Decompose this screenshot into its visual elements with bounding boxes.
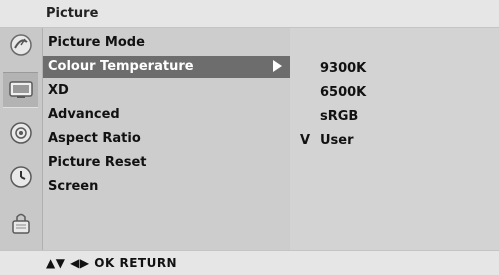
menu-item-label: Picture Reset [48, 155, 147, 170]
category-icon-column [0, 28, 43, 250]
navigation-hint: ▲▼ ◀▶ OK RETURN [46, 256, 178, 270]
option-label: 9300K [320, 61, 367, 76]
option-9300k[interactable]: 9300K [290, 58, 499, 80]
tv-screen-icon [8, 81, 33, 98]
picture-menu: Picture Mode Colour Temperature XD Advan… [43, 28, 290, 250]
menu-content: Picture Mode Colour Temperature XD Advan… [0, 28, 499, 250]
category-picture[interactable] [3, 72, 38, 108]
menu-item-label: XD [48, 83, 69, 98]
satellite-dish-icon [9, 34, 32, 56]
option-label: 6500K [320, 85, 367, 100]
option-6500k[interactable]: 6500K [290, 82, 499, 104]
menu-item-colour-temperature[interactable]: Colour Temperature [43, 56, 290, 78]
menu-item-label: Picture Mode [48, 35, 145, 50]
menu-item-xd[interactable]: XD [43, 80, 290, 102]
audio-disc-icon [9, 122, 32, 144]
menu-item-picture-mode[interactable]: Picture Mode [43, 32, 290, 54]
page-title: Picture [46, 6, 99, 21]
menu-item-aspect-ratio[interactable]: Aspect Ratio [43, 128, 290, 150]
menu-item-label: Advanced [48, 107, 120, 122]
menu-item-label: Aspect Ratio [48, 131, 141, 146]
tv-osd-menu: Picture Picture Mode Colour Temperature … [0, 0, 499, 275]
option-user[interactable]: V User [290, 130, 499, 152]
menu-item-picture-reset[interactable]: Picture Reset [43, 152, 290, 174]
category-lock[interactable] [3, 206, 38, 240]
category-audio[interactable] [3, 116, 38, 150]
menu-item-label: Colour Temperature [48, 59, 194, 74]
menu-item-label: Screen [48, 179, 99, 194]
menu-item-screen[interactable]: Screen [43, 176, 290, 198]
menu-item-advanced[interactable]: Advanced [43, 104, 290, 126]
category-time[interactable] [3, 160, 38, 194]
title-bar: Picture [0, 0, 499, 28]
lock-icon [11, 213, 30, 234]
clock-icon [9, 166, 32, 188]
navigation-hint-bar: ▲▼ ◀▶ OK RETURN [0, 250, 499, 275]
option-srgb[interactable]: sRGB [290, 106, 499, 128]
option-label: User [320, 133, 354, 148]
colour-temperature-submenu: 9300K 6500K sRGB V User [290, 28, 499, 250]
submenu-arrow-icon [273, 60, 282, 72]
option-label: sRGB [320, 109, 359, 124]
category-setup[interactable] [3, 28, 38, 62]
check-mark: V [300, 133, 311, 148]
